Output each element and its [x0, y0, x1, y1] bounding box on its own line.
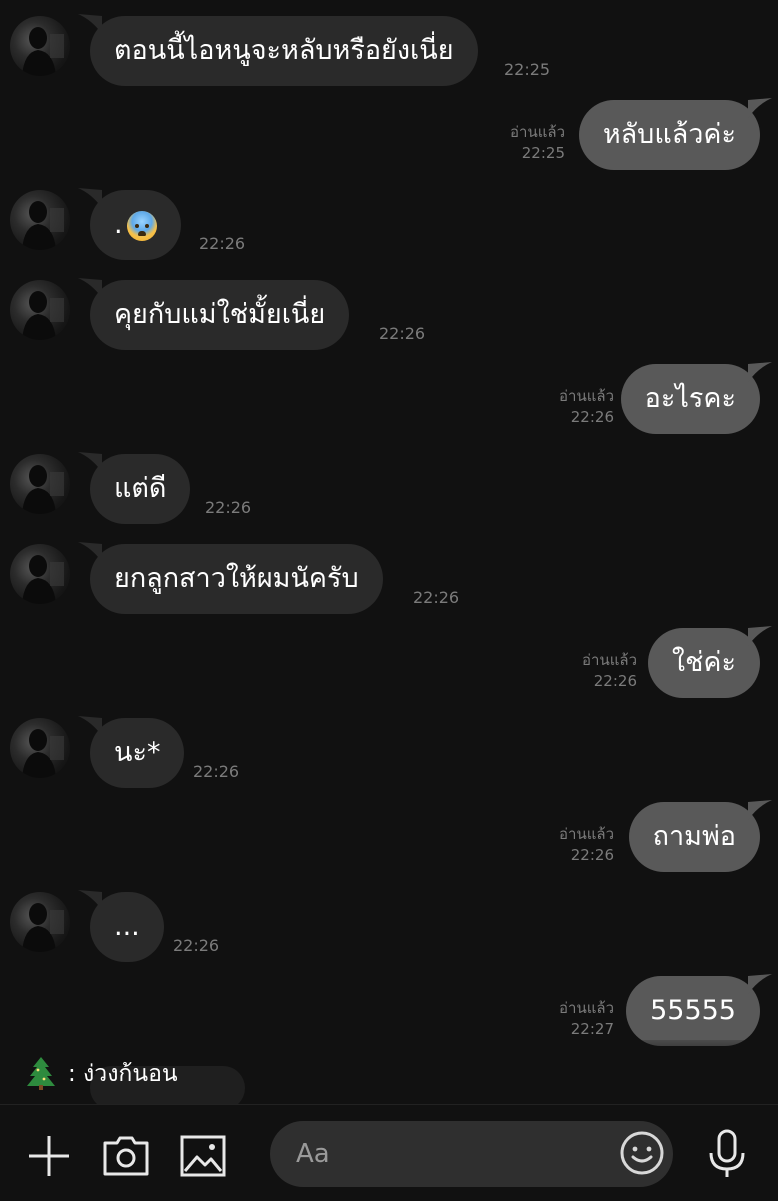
message-text: อะไรคะ — [644, 383, 736, 414]
bubble-tail — [748, 98, 772, 118]
avatar[interactable] — [10, 892, 70, 952]
message-text: ตอนนี้ไอหนูจะหลับหรือยังเนี่ย — [114, 35, 454, 66]
message-time: 22:26 — [199, 234, 246, 253]
typing-notification[interactable]: : ง่วงก้นอน — [0, 1040, 778, 1110]
incoming-bubble[interactable]: ... — [78, 890, 164, 962]
avatar[interactable] — [10, 190, 70, 250]
message-text: ถามพ่อ — [652, 821, 736, 852]
outgoing-bubble[interactable]: ใช่ค่ะ — [647, 626, 772, 698]
outgoing-bubble[interactable]: 55555 — [626, 974, 772, 1046]
message-text: ใช่ค่ะ — [671, 647, 736, 678]
incoming-bubble[interactable]: นะ* — [78, 716, 185, 788]
message-text: แต่ดี — [114, 473, 167, 504]
message-time: 22:26 — [570, 408, 614, 426]
incoming-bubble[interactable]: คุยกับแม่ใช่มั้ยเนี่ย — [78, 278, 350, 350]
incoming-bubble[interactable]: ตอนนี้ไอหนูจะหลับหรือยังเนี่ย — [78, 14, 478, 86]
incoming-bubble[interactable]: แต่ดี — [78, 452, 191, 524]
read-receipt: อ่านแล้ว 22:26 — [559, 824, 614, 866]
bubble-tail — [748, 800, 772, 820]
message-time: 22:27 — [570, 1020, 614, 1038]
outgoing-bubble[interactable]: อะไรคะ — [620, 362, 772, 434]
incoming-bubble[interactable]: ยกลูกสาวให้ผมนัครับ — [78, 542, 383, 614]
read-label: อ่านแล้ว — [559, 825, 614, 843]
emoji-icon[interactable] — [619, 1130, 665, 1176]
camera-icon[interactable] — [102, 1135, 150, 1177]
message-time: 22:26 — [173, 936, 220, 955]
message-time: 22:26 — [379, 324, 426, 343]
read-label: อ่านแล้ว — [559, 999, 614, 1017]
message-time: 22:25 — [504, 60, 551, 79]
message-time: 22:26 — [593, 672, 637, 690]
bubble-tail — [748, 626, 772, 646]
outgoing-bubble[interactable]: หลับแล้วค่ะ — [578, 98, 772, 170]
bubble-tail — [748, 974, 772, 994]
bubble-tail — [78, 542, 102, 562]
message-toolbar — [0, 1104, 778, 1201]
read-receipt: อ่านแล้ว 22:25 — [510, 122, 565, 164]
message-time: 22:26 — [570, 846, 614, 864]
bubble-tail — [78, 188, 102, 208]
plus-icon[interactable] — [26, 1133, 72, 1179]
outgoing-bubble[interactable]: ถามพ่อ — [628, 800, 772, 872]
anxious-sweat-face-emoji-icon — [126, 210, 157, 241]
message-text: ... — [114, 911, 140, 942]
bubble-tail — [78, 14, 102, 34]
incoming-bubble[interactable]: . — [78, 188, 181, 260]
avatar[interactable] — [10, 454, 70, 514]
read-receipt: อ่านแล้ว 22:26 — [559, 386, 614, 428]
message-time: 22:26 — [193, 762, 240, 781]
avatar[interactable] — [10, 718, 70, 778]
bubble-tail — [78, 452, 102, 472]
notification-label: : ง่วงก้นอน — [68, 1061, 178, 1087]
read-receipt: อ่านแล้ว 22:26 — [582, 650, 637, 692]
bubble-tail — [748, 362, 772, 382]
message-text: 55555 — [650, 995, 736, 1026]
avatar[interactable] — [10, 16, 70, 76]
message-text: ยกลูกสาวให้ผมนัครับ — [114, 563, 359, 594]
bubble-tail — [78, 278, 102, 298]
avatar[interactable] — [10, 280, 70, 340]
message-time: 22:26 — [205, 498, 252, 517]
read-label: อ่านแล้ว — [582, 651, 637, 669]
message-text: หลับแล้วค่ะ — [602, 119, 736, 150]
bubble-tail — [78, 716, 102, 736]
message-text: . — [114, 209, 123, 240]
message-time: 22:26 — [413, 588, 460, 607]
read-label: อ่านแล้ว — [559, 387, 614, 405]
avatar[interactable] — [10, 544, 70, 604]
image-icon[interactable] — [180, 1135, 226, 1177]
christmas-tree-icon — [27, 1057, 55, 1090]
read-receipt: อ่านแล้ว 22:27 — [559, 998, 614, 1040]
message-input[interactable] — [270, 1121, 673, 1187]
message-text: นะ* — [114, 737, 161, 768]
message-text: คุยกับแม่ใช่มั้ยเนี่ย — [114, 299, 326, 330]
mic-icon[interactable] — [707, 1129, 747, 1179]
read-label: อ่านแล้ว — [510, 123, 565, 141]
bubble-tail — [78, 890, 102, 910]
chat-area[interactable]: ตอนนี้ไอหนูจะหลับหรือยังเนี่ย 22:25 อ่าน… — [0, 0, 778, 1104]
message-time: 22:25 — [521, 144, 565, 162]
